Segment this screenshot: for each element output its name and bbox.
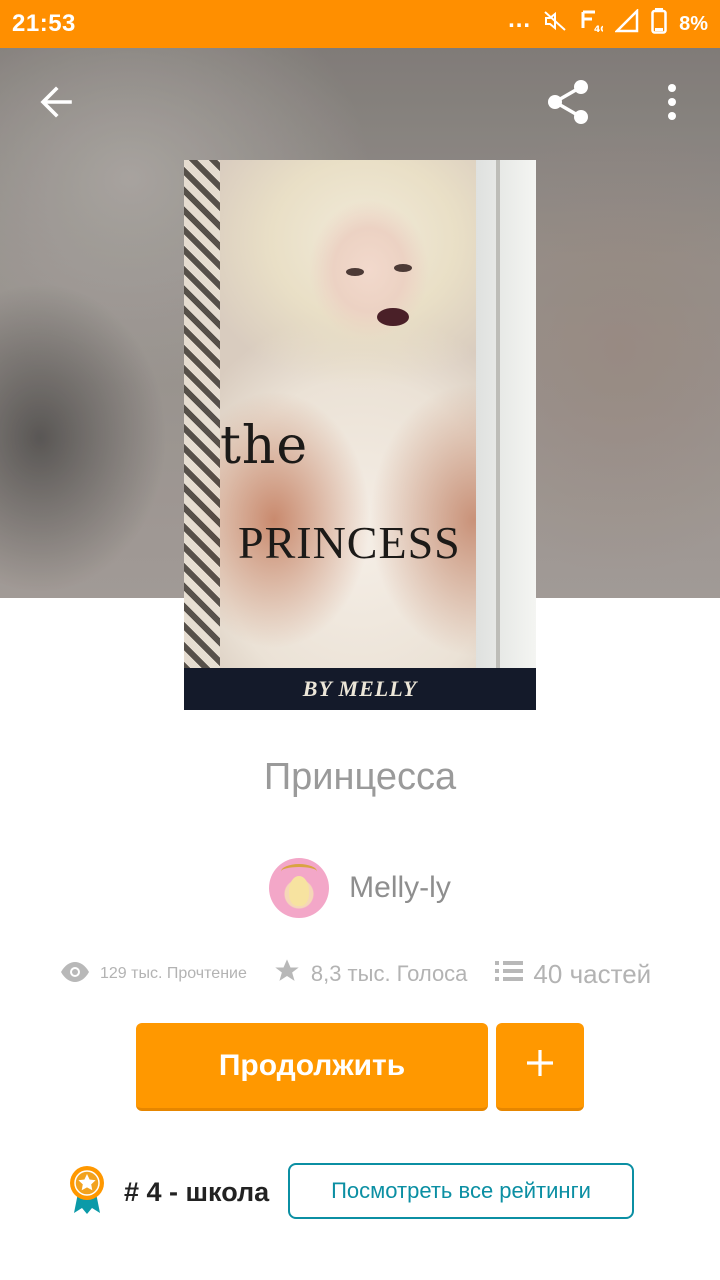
cover-byline: BY MELLY	[184, 668, 536, 710]
battery-percent: 8%	[679, 12, 708, 35]
author-row[interactable]: Melly-ly	[0, 858, 720, 918]
cover-window	[476, 160, 536, 670]
continue-label: Продолжить	[218, 1048, 406, 1082]
eye-icon	[60, 961, 90, 988]
add-to-library-button[interactable]	[496, 1023, 584, 1111]
more-options-button[interactable]	[644, 74, 700, 134]
svg-text:4G: 4G	[594, 25, 603, 34]
list-icon	[495, 959, 524, 990]
see-all-ratings-button[interactable]: Посмотреть все рейтинги	[288, 1163, 634, 1219]
votes-count: 8,3 тыс. Голоса	[310, 961, 468, 986]
cover-title-main: PRINCESS	[238, 517, 461, 568]
ranking-text: # 4 - школа	[124, 1176, 270, 1207]
mute-icon	[543, 9, 567, 39]
votes-stat: 8,3 тыс. Голоса	[273, 957, 468, 991]
cover-title-the: the	[220, 416, 309, 476]
author-name[interactable]: Melly-ly	[349, 871, 451, 905]
status-time: 21:53	[12, 10, 76, 37]
back-button[interactable]	[28, 74, 84, 134]
parts-stat[interactable]: 40 частей	[495, 959, 651, 990]
status-icons: ... 4G 8%	[508, 6, 708, 40]
ranking-medal-icon	[68, 1165, 106, 1220]
cover-eye-left	[346, 268, 364, 276]
battery-icon	[651, 8, 667, 40]
arrow-left-icon	[38, 84, 74, 125]
story-title: Принцесса	[263, 756, 457, 798]
reads-count: 129 тыс. Прочтение	[100, 965, 247, 982]
star-icon	[273, 957, 301, 991]
plus-icon	[525, 1048, 555, 1083]
author-avatar[interactable]	[269, 858, 330, 918]
share-button[interactable]	[540, 74, 596, 134]
parts-count: 40 частей	[533, 958, 652, 989]
reads-stat: 129 тыс. Прочтение	[60, 961, 247, 988]
cell-signal-icon	[614, 7, 639, 39]
book-cover[interactable]: the PRINCESS BY MELLY	[184, 160, 536, 710]
ranking-row: # 4 - школа	[68, 1164, 269, 1220]
more-vertical-icon	[666, 82, 678, 127]
signal-f-icon: 4G	[579, 8, 608, 40]
story-stats: 129 тыс. Прочтение 8,3 тыс. Голоса 40 ча…	[60, 950, 680, 998]
cover-lips	[377, 308, 409, 326]
see-all-ratings-label: Посмотреть все рейтинги	[331, 1178, 591, 1203]
status-bar: 21:53 ... 4G 8%	[0, 0, 720, 48]
continue-reading-button[interactable]: Продолжить	[136, 1023, 488, 1111]
share-icon	[543, 77, 593, 132]
cover-curtain-pattern	[184, 160, 220, 670]
notification-dots: ...	[508, 6, 532, 33]
cover-eye-right	[394, 264, 412, 272]
